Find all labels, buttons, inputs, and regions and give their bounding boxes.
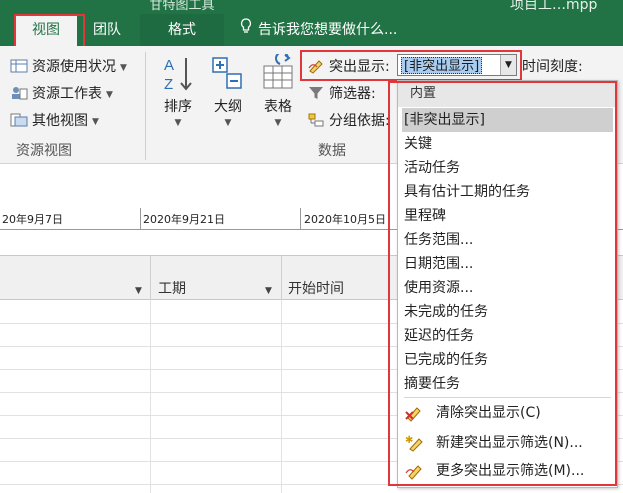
menu-item-milestones[interactable]: 里程碑 — [398, 204, 617, 228]
highlight-selected-value: [非突出显示] — [401, 57, 483, 74]
timescale-tick — [300, 208, 301, 230]
grid-column-line — [281, 300, 282, 493]
menu-item-active-tasks[interactable]: 活动任务 — [398, 156, 617, 180]
menu-item-using-resource[interactable]: 使用资源... — [398, 276, 617, 300]
menu-item-summary-tasks[interactable]: 摘要任务 — [398, 372, 617, 396]
more-highlight-filters-label: 更多突出显示筛选(M)... — [436, 463, 585, 479]
group-by-label: 分组依据: — [329, 113, 390, 129]
chevron-down-icon: ▼ — [174, 118, 182, 128]
new-highlight-filter-label: 新建突出显示筛选(N)... — [436, 435, 583, 451]
resource-sheet-button[interactable]: 资源工作表 ▼ — [10, 83, 113, 103]
group-by-icon — [307, 112, 325, 128]
column-filter-arrow[interactable]: ▼ — [135, 286, 142, 296]
highlighter-icon — [307, 58, 325, 74]
chevron-down-icon: ▼ — [224, 118, 232, 128]
other-views-icon — [10, 112, 28, 128]
tab-format[interactable]: 格式 — [140, 14, 224, 46]
tab-team[interactable]: 团队 — [80, 14, 134, 46]
tables-label: 表格 — [264, 99, 292, 115]
new-highlight-filter-icon: ✱ — [404, 434, 424, 452]
window-title: 项目工…mpp — [510, 0, 598, 13]
chevron-down-icon[interactable]: ▼ — [500, 55, 516, 75]
resource-usage-label: 资源使用状况 — [32, 59, 116, 75]
other-views-label: 其他视图 — [32, 113, 88, 129]
chevron-down-icon: ▼ — [274, 118, 282, 128]
filter-button[interactable]: 筛选器: — [307, 83, 376, 103]
timescale-date: 20年9月7日 — [2, 213, 63, 226]
menu-item-critical[interactable]: 关键 — [398, 132, 617, 156]
filter-label: 筛选器: — [329, 86, 376, 102]
highlight-button[interactable]: 突出显示: — [307, 56, 390, 76]
resource-usage-button[interactable]: 资源使用状况 ▼ — [10, 56, 127, 76]
column-filter-arrow[interactable]: ▼ — [265, 286, 272, 296]
resource-usage-icon — [10, 58, 28, 74]
svg-text:✱: ✱ — [405, 435, 413, 446]
group-by-button[interactable]: 分组依据: — [307, 110, 390, 130]
menu-cmd-new-highlight-filter[interactable]: ✱ 新建突出显示筛选(N)... — [398, 429, 617, 457]
outline-label: 大纲 — [214, 99, 242, 115]
tell-me-box[interactable]: 告诉我您想要做什么... — [240, 14, 397, 46]
tab-view[interactable]: 视图 — [15, 14, 77, 46]
chevron-down-icon: ▼ — [106, 90, 113, 100]
clear-highlight-icon — [404, 404, 424, 422]
chevron-down-icon: ▼ — [120, 63, 127, 73]
menu-divider — [404, 397, 611, 398]
timescale-date: 2020年9月21日 — [143, 213, 225, 226]
group-divider — [145, 52, 146, 160]
menu-item-date-range[interactable]: 日期范围... — [398, 252, 617, 276]
column-header-duration[interactable]: 工期 — [158, 278, 186, 298]
svg-text:Z: Z — [164, 76, 173, 93]
menu-cmd-clear-highlight[interactable]: 清除突出显示(C) — [398, 399, 617, 427]
grid-column-line — [150, 300, 151, 493]
menu-item-late-tasks[interactable]: 延迟的任务 — [398, 324, 617, 348]
tell-me-text: 告诉我您想要做什么... — [258, 22, 398, 38]
more-highlight-filters-icon — [404, 462, 424, 480]
sort-label: 排序 — [164, 99, 192, 115]
column-divider[interactable] — [150, 256, 151, 301]
highlight-dropdown-menu: 内置 [非突出显示] 关键 活动任务 具有估计工期的任务 里程碑 任务范围...… — [397, 80, 618, 488]
column-divider[interactable] — [281, 256, 282, 301]
chevron-down-icon: ▼ — [92, 117, 99, 127]
resource-sheet-label: 资源工作表 — [32, 86, 102, 102]
menu-section-builtin: 内置 — [398, 81, 617, 107]
highlight-label: 突出显示: — [329, 59, 390, 75]
resource-sheet-icon — [10, 85, 28, 101]
funnel-icon — [307, 85, 325, 101]
timescale-label: 时间刻度: — [522, 59, 583, 75]
data-group-label: 数据 — [318, 143, 346, 159]
menu-item-completed-tasks[interactable]: 已完成的任务 — [398, 348, 617, 372]
sort-az-icon: AZ — [153, 54, 203, 94]
context-tab-title: 甘特图工具 — [149, 0, 215, 13]
column-header-start[interactable]: 开始时间 — [288, 278, 344, 298]
clear-highlight-label: 清除突出显示(C) — [436, 405, 541, 421]
menu-item-no-highlight[interactable]: [非突出显示] — [402, 108, 613, 132]
timescale-date: 2020年10月5日 — [304, 213, 386, 226]
table-icon — [253, 54, 303, 94]
svg-text:A: A — [164, 57, 174, 74]
timescale-tick — [140, 208, 141, 230]
other-views-button[interactable]: 其他视图 ▼ — [10, 110, 99, 130]
menu-item-estimated-duration[interactable]: 具有估计工期的任务 — [398, 180, 617, 204]
highlight-combobox[interactable]: [非突出显示] ▼ — [397, 54, 517, 76]
resource-views-group-label: 资源视图 — [16, 143, 72, 159]
ribbon-tab-bar: 甘特图工具 视图 团队 格式 告诉我您想要做什么... 项目工…mpp — [0, 0, 623, 46]
menu-item-incomplete-tasks[interactable]: 未完成的任务 — [398, 300, 617, 324]
sort-button[interactable]: AZ 排序 ▼ — [153, 54, 203, 128]
menu-item-task-range[interactable]: 任务范围... — [398, 228, 617, 252]
outline-icon — [203, 54, 253, 94]
tables-button[interactable]: 表格 ▼ — [253, 54, 303, 128]
lightbulb-icon — [240, 14, 252, 46]
menu-cmd-more-highlight-filters[interactable]: 更多突出显示筛选(M)... — [398, 457, 617, 485]
outline-button[interactable]: 大纲 ▼ — [203, 54, 253, 128]
